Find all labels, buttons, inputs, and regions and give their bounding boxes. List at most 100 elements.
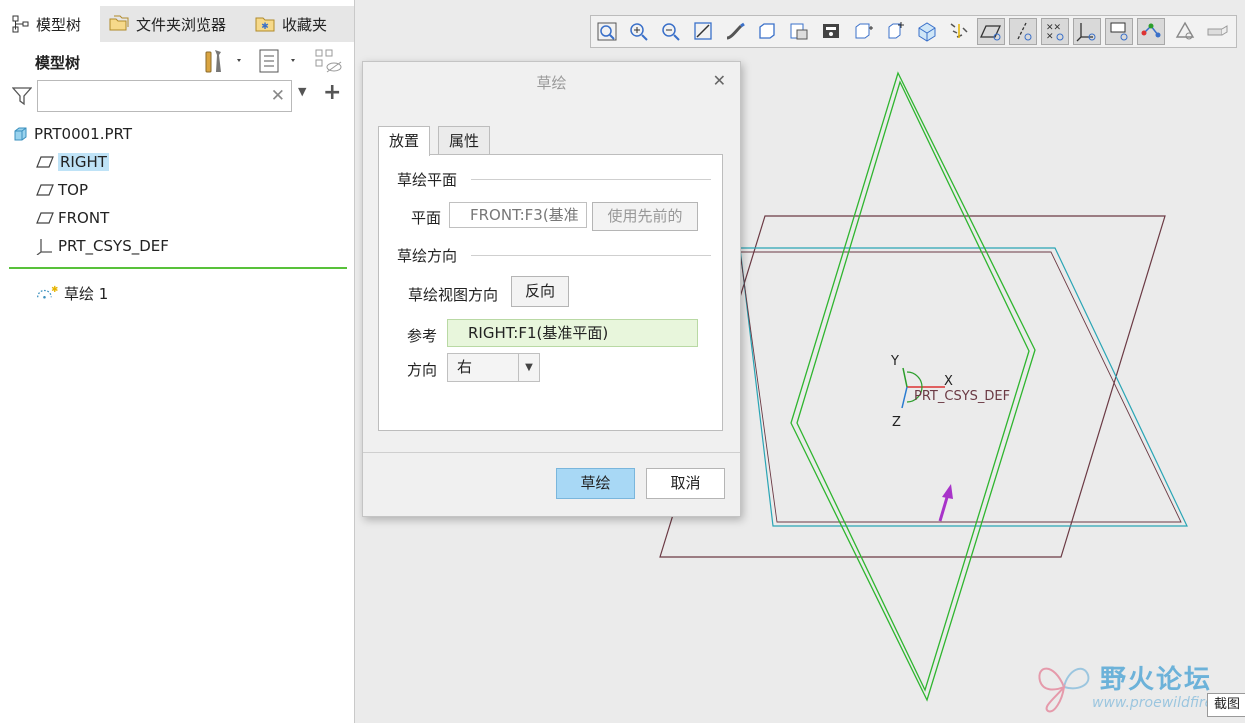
tree-item-label: PRT_CSYS_DEF xyxy=(58,237,169,255)
datum-plane-top-inner xyxy=(739,251,1182,523)
dialog-divider xyxy=(363,452,740,453)
sketch-feature-icon: ✱ xyxy=(36,284,58,302)
filter-icon[interactable] xyxy=(11,86,33,110)
watermark-url: www.proewildfire xyxy=(1092,695,1214,711)
spin-center-icon[interactable] xyxy=(1137,18,1165,45)
reference-field[interactable]: RIGHT:F1(基准平面) xyxy=(447,319,698,347)
use-previous-button[interactable]: 使用先前的 xyxy=(592,202,698,231)
plane-field-value: FRONT:F3(基准 xyxy=(470,206,579,224)
tree-item-front[interactable]: FRONT xyxy=(36,206,109,230)
point-display-icon[interactable] xyxy=(913,18,941,45)
clear-icon[interactable]: ✕ xyxy=(271,86,285,106)
direction-select[interactable]: 右 ▼ xyxy=(447,353,540,382)
csys-display-icon[interactable] xyxy=(945,18,973,45)
hide-columns-icon[interactable] xyxy=(313,46,345,80)
axis-display-icon[interactable] xyxy=(881,18,909,45)
group-divider xyxy=(471,179,711,180)
insert-here-marker[interactable] xyxy=(9,267,347,269)
panel-tab-bar: 模型树 文件夹浏览器 ✱ 收藏夹 xyxy=(0,6,354,42)
datum-csys-display-icon[interactable] xyxy=(1073,18,1101,45)
datum-plane-icon xyxy=(36,155,58,169)
view-toolbar: ✕✕ ✕ xyxy=(590,15,1237,48)
svg-text:✕: ✕ xyxy=(1046,32,1054,42)
reference-field-value: RIGHT:F1(基准平面) xyxy=(468,324,609,342)
reference-label: 参考 xyxy=(407,327,438,345)
datum-point-display-icon[interactable]: ✕✕ ✕ xyxy=(1041,18,1069,45)
saved-orientations-icon[interactable] xyxy=(753,18,781,45)
add-icon[interactable]: + xyxy=(323,80,341,105)
plane-display-icon[interactable] xyxy=(849,18,877,45)
datum-plane-icon xyxy=(36,183,58,197)
butterfly-logo-icon xyxy=(1038,667,1090,713)
zoom-in-icon[interactable] xyxy=(625,18,653,45)
tree-item-label: TOP xyxy=(58,181,89,199)
part-icon xyxy=(12,126,34,142)
group-divider xyxy=(471,255,711,256)
screenshot-tooltip: 截图 xyxy=(1207,693,1245,717)
flip-button[interactable]: 反向 xyxy=(511,276,569,307)
perspective-view-icon[interactable] xyxy=(817,18,845,45)
datum-plane-icon xyxy=(36,211,58,225)
cancel-button[interactable]: 取消 xyxy=(646,468,725,499)
tree-item-top[interactable]: TOP xyxy=(36,178,88,202)
tab-favorites[interactable]: ✱ 收藏夹 xyxy=(254,6,344,42)
settings-tools-icon[interactable] xyxy=(203,46,245,80)
favorites-icon: ✱ xyxy=(254,14,276,34)
csys-label: PRT_CSYS_DEF xyxy=(914,389,1010,404)
folder-browser-icon xyxy=(108,14,130,34)
csys-z-axis xyxy=(901,386,908,409)
tab-placement[interactable]: 放置 xyxy=(378,126,431,156)
svg-text:✱: ✱ xyxy=(51,284,58,294)
tree-item-sketch[interactable]: ✱ 草绘 1 xyxy=(36,281,108,305)
annotation-display-icon[interactable] xyxy=(1105,18,1133,45)
model-display-icon[interactable] xyxy=(1203,18,1231,45)
sketch-ok-button[interactable]: 草绘 xyxy=(556,468,635,499)
tree-item-label: FRONT xyxy=(58,209,110,227)
svg-text:✱: ✱ xyxy=(261,22,269,32)
sketch-dialog: 草绘 ✕ 放置 属性 草绘平面 平面 FRONT:F3(基准 使用先前的 草绘方… xyxy=(362,61,741,517)
plane-field[interactable]: FRONT:F3(基准 xyxy=(449,202,587,228)
model-tree-panel: 模型树 文件夹浏览器 ✱ 收藏夹 模型树 ✕ ▼ + PRT0001.PRT R… xyxy=(0,0,355,723)
tab-model-tree[interactable]: 模型树 xyxy=(0,6,100,42)
csys-icon xyxy=(36,237,58,255)
chevron-down-icon[interactable]: ▼ xyxy=(518,354,539,381)
tab-folder-browser-label: 文件夹浏览器 xyxy=(136,15,227,34)
axis-x-label: X xyxy=(944,374,953,389)
refit-icon[interactable] xyxy=(593,18,621,45)
zoom-out-icon[interactable] xyxy=(657,18,685,45)
dialog-title: 草绘 xyxy=(536,74,567,92)
tree-root[interactable]: PRT0001.PRT xyxy=(12,122,132,146)
plane-label: 平面 xyxy=(411,209,442,227)
datum-plane-display-icon[interactable] xyxy=(977,18,1005,45)
tree-item-label: RIGHT xyxy=(58,153,109,171)
datum-plane-top xyxy=(739,247,1188,527)
display-style-icon[interactable] xyxy=(721,18,749,45)
tab-favorites-label: 收藏夹 xyxy=(282,15,328,34)
tree-item-right[interactable]: RIGHT xyxy=(36,150,109,174)
tree-icon xyxy=(12,15,30,33)
datum-plane-right-inner xyxy=(796,80,1030,692)
watermark-text: 野火论坛 xyxy=(1100,665,1213,695)
direction-select-value: 右 xyxy=(457,358,473,376)
sketch-plane-group-label: 草绘平面 xyxy=(397,171,458,189)
orientation-group-label: 草绘方向 xyxy=(397,247,458,265)
view-manager-icon[interactable] xyxy=(785,18,813,45)
csys-y-axis xyxy=(902,367,908,388)
tab-folder-browser[interactable]: 文件夹浏览器 xyxy=(108,6,243,42)
placement-panel: 草绘平面 平面 FRONT:F3(基准 使用先前的 草绘方向 草绘视图方向 反向… xyxy=(378,154,723,431)
direction-arrow xyxy=(938,493,950,522)
search-input[interactable]: ✕ xyxy=(37,80,292,112)
direction-arrow-head xyxy=(942,484,953,499)
show-options-icon[interactable] xyxy=(256,46,302,80)
datum-axis-display-icon[interactable] xyxy=(1009,18,1037,45)
tree-item-label: 草绘 1 xyxy=(64,284,109,303)
tolerance-icon[interactable] xyxy=(1171,18,1199,45)
chevron-down-icon[interactable]: ▼ xyxy=(298,85,306,98)
axis-z-label: Z xyxy=(892,415,901,430)
axis-y-label: Y xyxy=(890,354,899,369)
repaint-icon[interactable] xyxy=(689,18,717,45)
tab-properties[interactable]: 属性 xyxy=(438,126,491,155)
tree-item-csys[interactable]: PRT_CSYS_DEF xyxy=(36,234,169,258)
close-icon[interactable]: ✕ xyxy=(713,71,726,90)
tree-root-label: PRT0001.PRT xyxy=(34,125,133,143)
